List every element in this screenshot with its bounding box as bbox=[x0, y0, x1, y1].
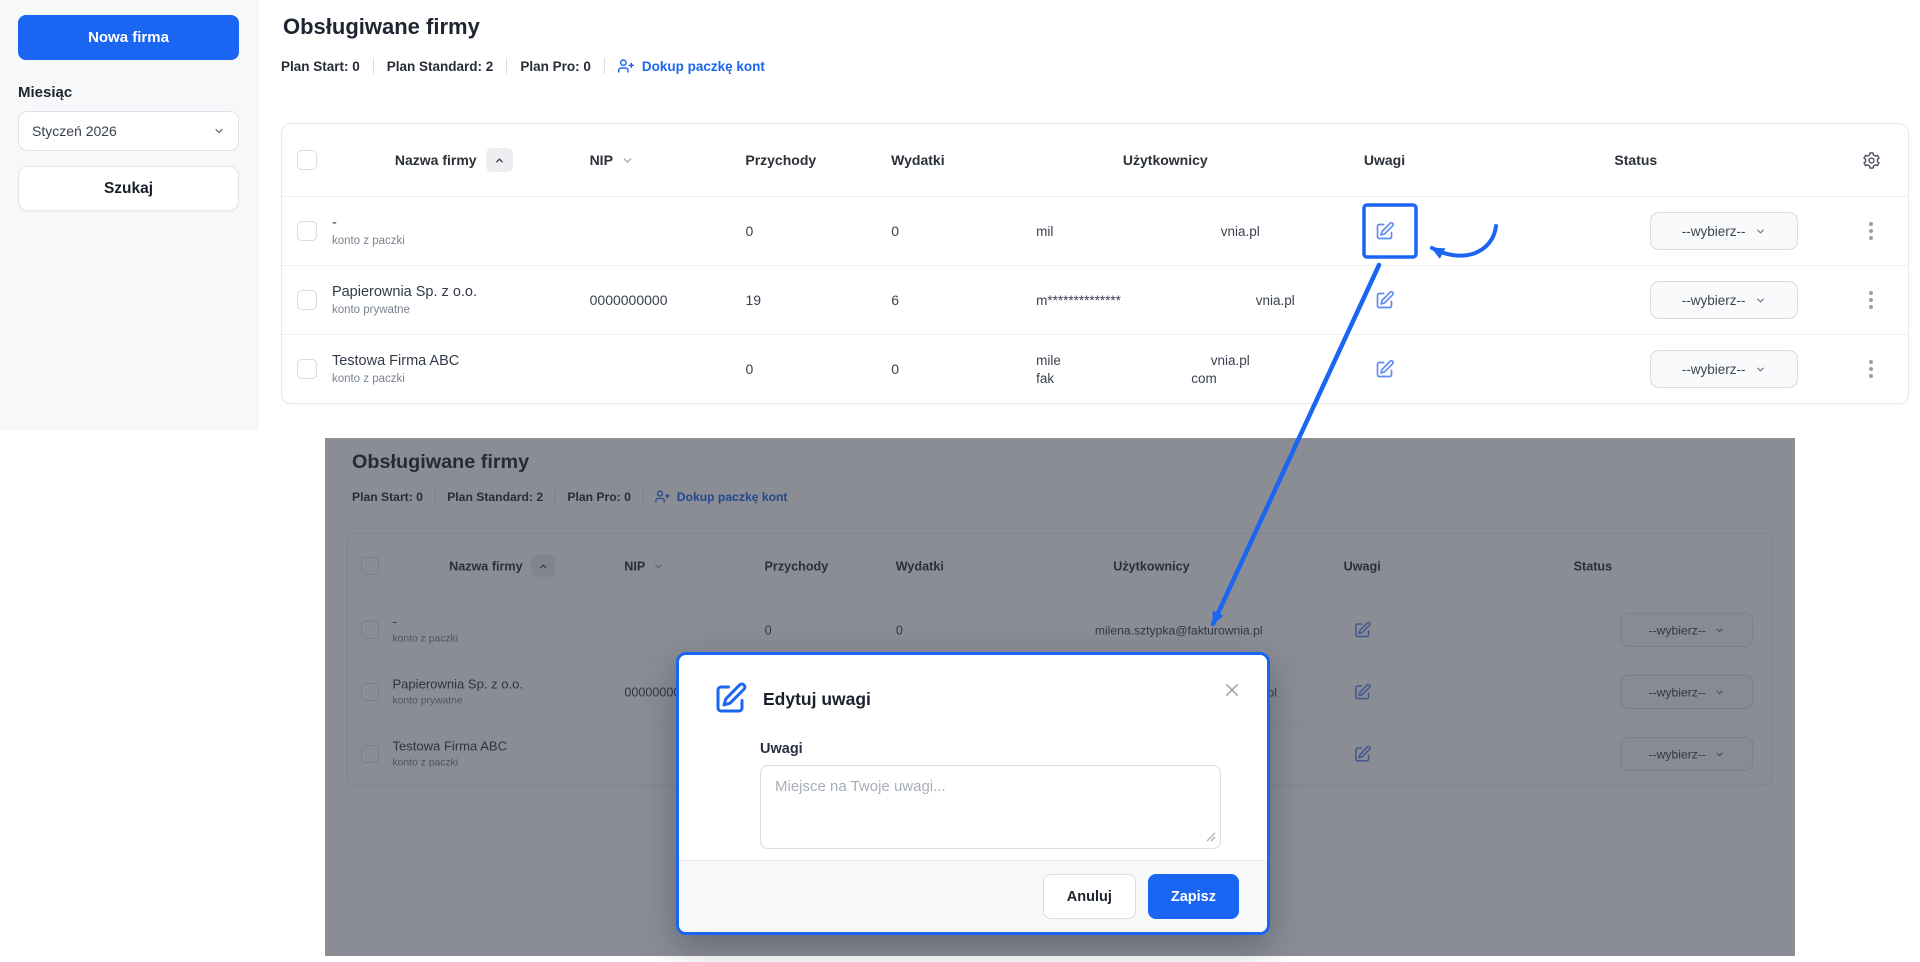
edit-pencil-icon bbox=[1374, 359, 1395, 380]
notes-textarea[interactable] bbox=[760, 765, 1221, 849]
gear-icon bbox=[1862, 151, 1881, 170]
expenses-value: 0 bbox=[891, 361, 900, 377]
companies-table: Nazwa firmy NIP Przychody Wydatki Użytko… bbox=[281, 123, 1909, 404]
col-status: Status bbox=[1614, 152, 1658, 168]
revenue-value: 19 bbox=[745, 292, 762, 308]
table-row: Papierownia Sp. z o.o. konto prywatne 00… bbox=[282, 265, 1908, 334]
revenue-value: 0 bbox=[745, 361, 754, 377]
select-all-checkbox[interactable] bbox=[296, 150, 317, 170]
user-email-end: vnia.pl bbox=[1220, 223, 1260, 239]
modal-header: Edytuj uwagi bbox=[679, 655, 1267, 717]
company-name: - bbox=[331, 215, 337, 231]
page: { "colors": { "primary": "#1a66f2", "edi… bbox=[0, 0, 1920, 962]
table-settings-button[interactable] bbox=[1853, 142, 1889, 178]
plan-pro: Plan Pro: 0 bbox=[520, 58, 591, 74]
col-expenses: Wydatki bbox=[891, 152, 945, 168]
month-label: Miesiąc bbox=[18, 84, 73, 101]
divider bbox=[603, 58, 605, 74]
row-menu-button[interactable] bbox=[1861, 352, 1881, 386]
status-select-value: --wybierz-- bbox=[1681, 361, 1746, 377]
chevron-down-icon bbox=[1755, 226, 1766, 237]
company-name: Papierownia Sp. z o.o. bbox=[331, 284, 478, 300]
chevron-up-icon bbox=[494, 155, 505, 166]
account-type: konto z paczki bbox=[331, 373, 405, 385]
revenue-value: 0 bbox=[745, 223, 754, 239]
user-email-end: vnia.pl bbox=[1210, 352, 1250, 368]
sort-name-button[interactable] bbox=[485, 148, 513, 172]
row-checkbox[interactable] bbox=[296, 359, 317, 379]
plan-start: Plan Start: 0 bbox=[281, 58, 360, 74]
expenses-value: 6 bbox=[891, 292, 900, 308]
col-name: Nazwa firmy bbox=[394, 152, 477, 168]
row-menu-button[interactable] bbox=[1861, 214, 1881, 248]
row-checkbox[interactable] bbox=[296, 290, 317, 310]
month-select-value: Styczeń 2026 bbox=[32, 123, 117, 139]
save-button[interactable]: Zapisz bbox=[1147, 874, 1239, 919]
plan-summary: Plan Start: 0 Plan Standard: 2 Plan Pro:… bbox=[281, 56, 1909, 76]
edit-pencil-icon bbox=[712, 681, 748, 717]
nip-value: 0000000000 bbox=[589, 292, 668, 308]
status-select-value: --wybierz-- bbox=[1681, 223, 1746, 239]
user-email-start: fak bbox=[1036, 370, 1055, 386]
user-email-start: m************** bbox=[1036, 292, 1121, 308]
notes-label: Uwagi bbox=[760, 741, 803, 757]
buy-link-label: Dokup paczkę kont bbox=[641, 58, 765, 74]
edit-pencil-icon bbox=[1374, 221, 1395, 242]
page-title: Obsługiwane firmy bbox=[283, 14, 480, 39]
user-email-start: mil bbox=[1036, 223, 1054, 239]
table-row: - konto z paczki 0 0 mil vnia.pl --wybier… bbox=[282, 196, 1908, 265]
divider bbox=[506, 58, 508, 74]
status-select[interactable]: --wybierz-- bbox=[1650, 212, 1799, 250]
account-type: konto z paczki bbox=[331, 235, 405, 247]
company-name: Testowa Firma ABC bbox=[331, 353, 460, 369]
status-select[interactable]: --wybierz-- bbox=[1650, 281, 1799, 319]
user-email-start: mile bbox=[1036, 352, 1061, 368]
buy-account-pack-link[interactable]: Dokup paczkę kont bbox=[617, 58, 765, 74]
edit-notes-button[interactable] bbox=[1364, 210, 1406, 252]
sidebar: Nowa firma Miesiąc Styczeń 2026 Szukaj bbox=[0, 0, 258, 430]
search-button[interactable]: Szukaj bbox=[18, 166, 239, 211]
modal-title: Edytuj uwagi bbox=[763, 688, 871, 709]
close-icon[interactable] bbox=[1219, 677, 1245, 703]
status-select-value: --wybierz-- bbox=[1681, 292, 1746, 308]
edit-notes-button[interactable] bbox=[1364, 279, 1406, 321]
row-checkbox[interactable] bbox=[296, 221, 317, 241]
row-menu-button[interactable] bbox=[1861, 283, 1881, 317]
main-content: Obsługiwane firmy Plan Start: 0 Plan Sta… bbox=[281, 0, 1909, 404]
modal-footer: Anuluj Zapisz bbox=[679, 860, 1267, 932]
col-notes: Uwagi bbox=[1363, 152, 1406, 168]
expenses-value: 0 bbox=[891, 223, 900, 239]
new-company-button[interactable]: Nowa firma bbox=[18, 15, 239, 60]
chevron-down-icon[interactable] bbox=[621, 154, 634, 167]
chevron-down-icon bbox=[1755, 364, 1766, 375]
edit-pencil-icon bbox=[1374, 290, 1395, 311]
user-email-end: com bbox=[1191, 370, 1217, 386]
chevron-down-icon bbox=[213, 125, 225, 137]
table-header-row: Nazwa firmy NIP Przychody Wydatki Użytko… bbox=[282, 124, 1908, 196]
divider bbox=[372, 58, 374, 74]
col-nip: NIP bbox=[589, 152, 613, 168]
month-select[interactable]: Styczeń 2026 bbox=[18, 111, 239, 151]
cancel-button[interactable]: Anuluj bbox=[1042, 874, 1136, 919]
col-revenue: Przychody bbox=[745, 152, 817, 168]
status-select[interactable]: --wybierz-- bbox=[1650, 350, 1799, 388]
col-users: Użytkownicy bbox=[1122, 152, 1208, 168]
chevron-down-icon bbox=[1755, 295, 1766, 306]
plan-standard: Plan Standard: 2 bbox=[386, 58, 494, 74]
edit-notes-button[interactable] bbox=[1364, 348, 1406, 390]
resize-grip-icon[interactable] bbox=[1206, 829, 1216, 847]
edit-notes-modal: Edytuj uwagi Uwagi Anuluj Zapisz bbox=[676, 652, 1270, 935]
account-type: konto prywatne bbox=[331, 304, 410, 316]
user-plus-icon bbox=[617, 58, 634, 74]
table-row: Testowa Firma ABC konto z paczki 0 0 mil… bbox=[282, 334, 1908, 403]
user-email-end: vnia.pl bbox=[1255, 292, 1295, 308]
